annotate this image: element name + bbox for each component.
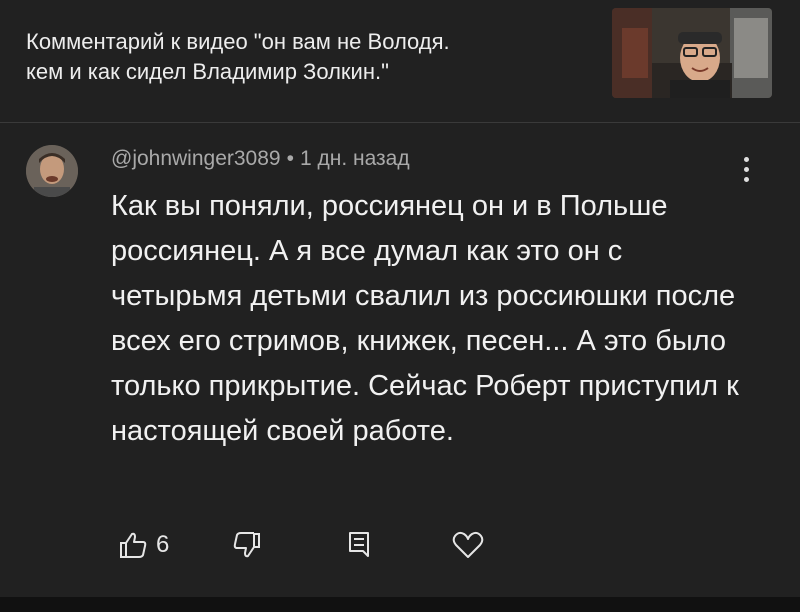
- thumbs-down-icon: [233, 532, 260, 558]
- heart-button[interactable]: [452, 525, 484, 565]
- video-title-line-2: кем и как сидел Владимир Золкин.": [26, 59, 389, 84]
- video-title[interactable]: Комментарий к видео "он вам не Володя. к…: [26, 27, 586, 87]
- like-count: 6: [156, 531, 170, 558]
- avatar-image: [26, 145, 78, 197]
- comment-meta: @johnwinger3089 • 1 дн. назад: [111, 147, 410, 171]
- avatar[interactable]: [26, 145, 78, 197]
- video-title-line-1: Комментарий к видео "он вам не Володя.: [26, 29, 450, 54]
- heart-icon: [452, 531, 484, 558]
- meta-separator: •: [286, 147, 294, 170]
- divider: [0, 122, 800, 123]
- comment-author[interactable]: @johnwinger3089: [111, 147, 281, 170]
- reply-button[interactable]: [346, 525, 372, 565]
- bottom-bar: [0, 597, 800, 612]
- comment-actions: 6: [0, 525, 800, 573]
- comment-body: Как вы поняли, россиянец он и в Польше р…: [111, 190, 739, 447]
- comment-time: 1 дн. назад: [299, 147, 410, 170]
- reply-icon: [349, 532, 369, 557]
- dislike-button[interactable]: [232, 525, 262, 565]
- thumbs-up-icon: [120, 532, 147, 558]
- video-thumbnail-image: [612, 8, 772, 98]
- like-button[interactable]: 6: [118, 525, 169, 565]
- video-thumbnail[interactable]: [612, 8, 772, 98]
- more-vertical-icon[interactable]: [736, 157, 756, 187]
